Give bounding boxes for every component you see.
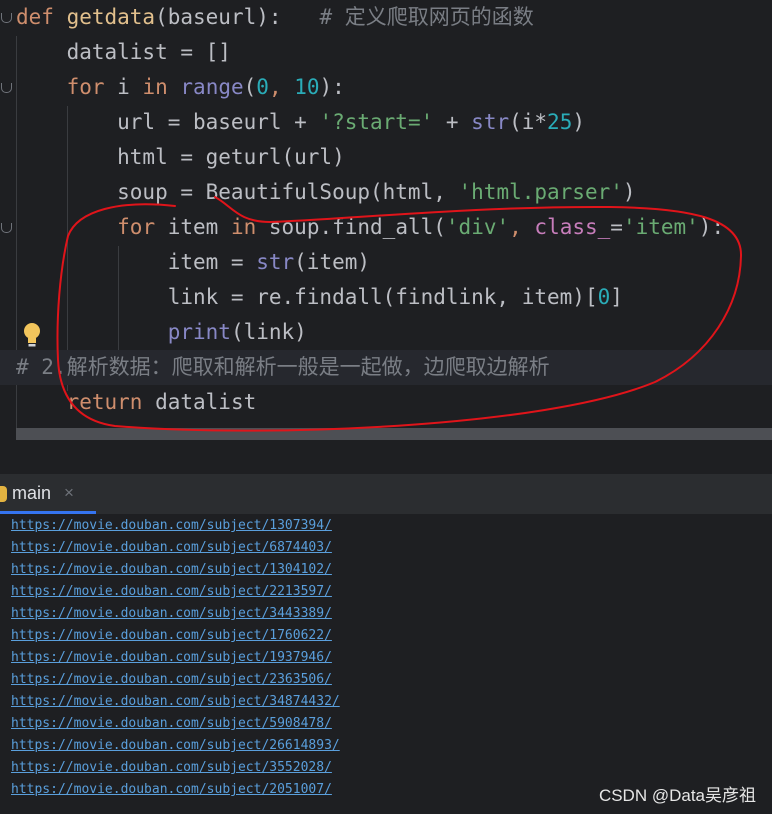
close-icon[interactable]: × — [64, 483, 74, 503]
console-link[interactable]: https://movie.douban.com/subject/5908478… — [11, 713, 332, 735]
red-freehand-annotation — [56, 196, 743, 432]
console-link[interactable]: https://movie.douban.com/subject/1760622… — [11, 625, 332, 647]
console-link[interactable]: https://movie.douban.com/subject/6874403… — [11, 537, 332, 559]
console-link[interactable]: https://movie.douban.com/subject/1937946… — [11, 647, 332, 669]
console-link[interactable]: https://movie.douban.com/subject/1304102… — [11, 559, 332, 581]
console-link[interactable]: https://movie.douban.com/subject/3552028… — [11, 757, 332, 779]
run-config-icon — [0, 486, 7, 502]
console-link[interactable]: https://movie.douban.com/subject/3443389… — [11, 603, 332, 625]
tab-label: main — [12, 483, 52, 503]
tab-active-indicator — [0, 511, 96, 514]
run-tool-window-tabbar: main × — [0, 474, 772, 515]
console-link[interactable]: https://movie.douban.com/subject/2213597… — [11, 581, 332, 603]
watermark: CSDN @Data吴彦祖 — [598, 786, 756, 805]
console-link[interactable]: https://movie.douban.com/subject/2363506… — [11, 669, 332, 691]
tab-main[interactable]: main × — [0, 474, 96, 514]
console-link[interactable]: https://movie.douban.com/subject/3487443… — [11, 691, 340, 713]
console-link[interactable]: https://movie.douban.com/subject/2051007… — [11, 779, 332, 801]
editor-bottom-strip — [0, 442, 772, 474]
console-link[interactable]: https://movie.douban.com/subject/1307394… — [11, 515, 332, 537]
console-output[interactable]: https://movie.douban.com/subject/1307394… — [0, 515, 772, 814]
console-link[interactable]: https://movie.douban.com/subject/2661489… — [11, 735, 340, 757]
